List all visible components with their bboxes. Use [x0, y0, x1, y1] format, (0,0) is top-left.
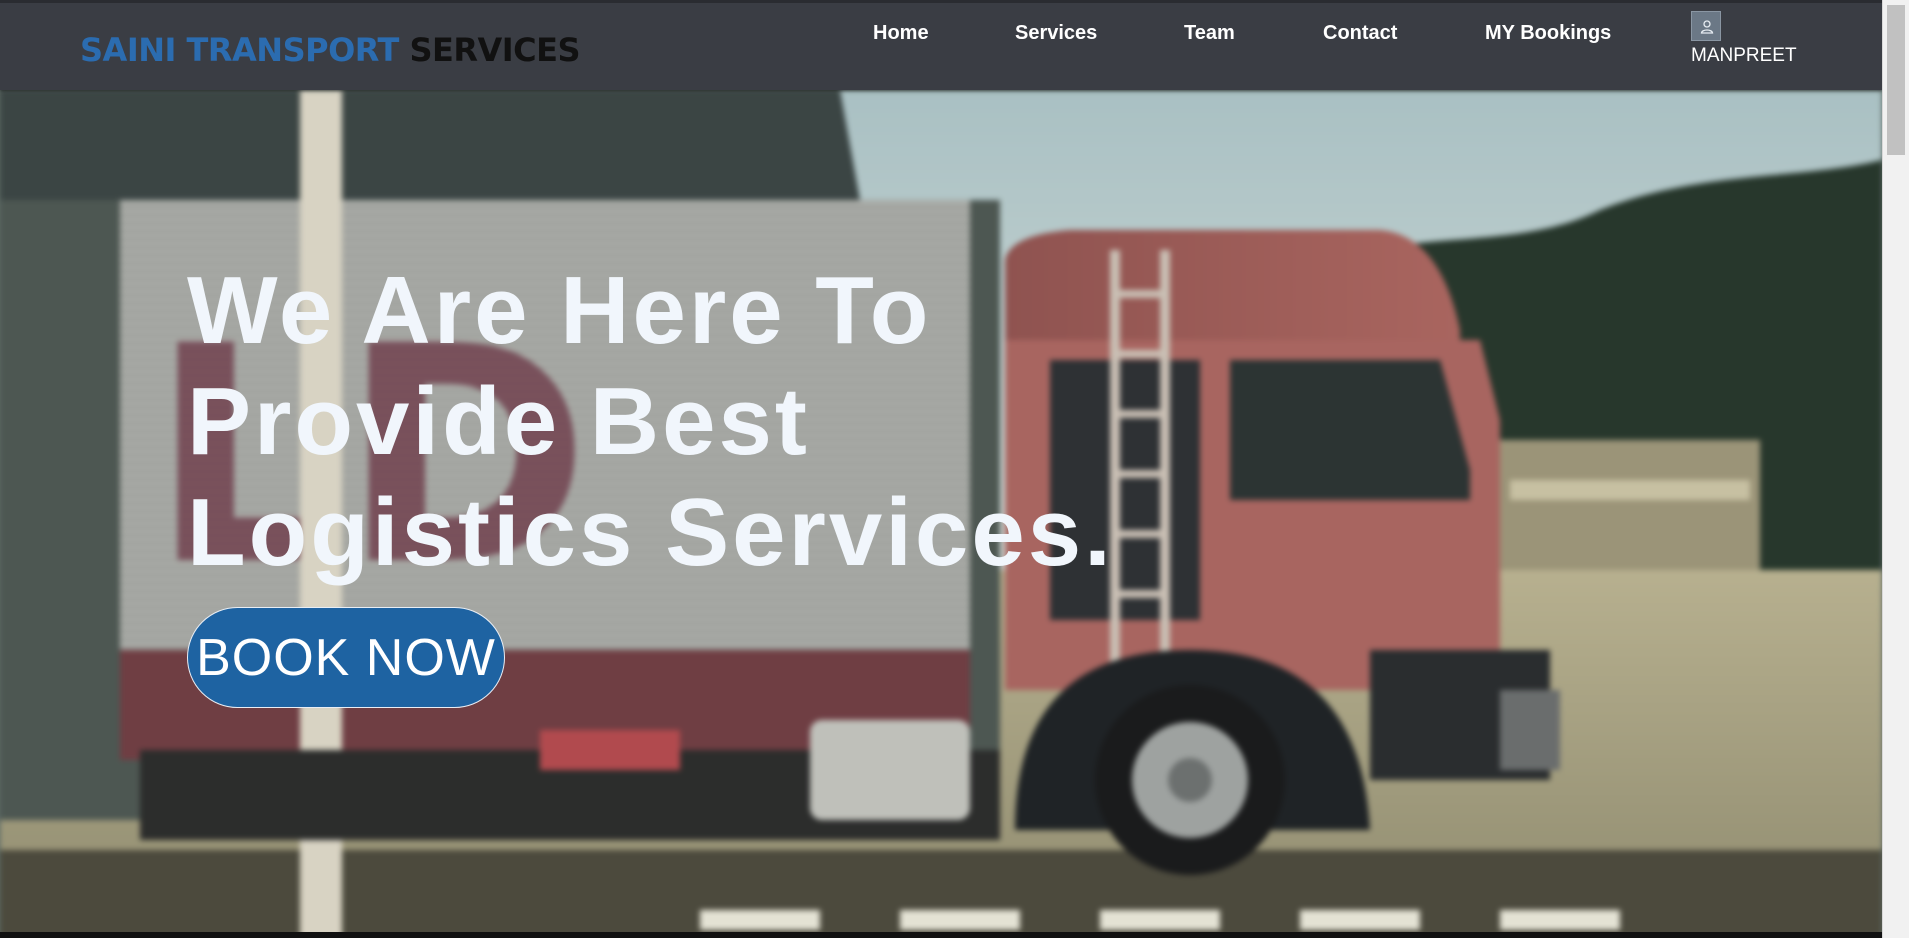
- nav-team[interactable]: Team: [1184, 22, 1235, 45]
- brand-part-1: SAINI TRANSPORT: [80, 31, 399, 69]
- bottom-edge: [0, 932, 1882, 938]
- nav-home[interactable]: Home: [873, 22, 929, 45]
- scrollbar-thumb[interactable]: [1887, 5, 1905, 155]
- hero-headline-line-3: Logistics Services.: [187, 479, 1114, 586]
- nav-my-bookings[interactable]: MY Bookings: [1485, 22, 1611, 45]
- brand-logo[interactable]: SAINI TRANSPORT SERVICES: [80, 31, 581, 69]
- hero-headline-line-1: We Are Here To: [187, 257, 932, 364]
- user-name: MANPREET: [1691, 45, 1797, 66]
- brand-part-2: SERVICES: [409, 31, 581, 69]
- navbar: SAINI TRANSPORT SERVICES Home Services T…: [0, 0, 1882, 90]
- page: SAINI TRANSPORT SERVICES Home Services T…: [0, 0, 1882, 938]
- nav-contact[interactable]: Contact: [1323, 22, 1397, 45]
- vertical-scrollbar[interactable]: [1882, 0, 1909, 938]
- hero-section: LD We Are Here To Provide Best Logistics…: [0, 90, 1882, 938]
- book-now-button[interactable]: BOOK NOW: [187, 607, 505, 708]
- hero-headline-line-2: Provide Best: [187, 368, 810, 475]
- user-icon: [1691, 11, 1721, 41]
- nav-services[interactable]: Services: [1015, 22, 1097, 45]
- user-menu[interactable]: MANPREET: [1691, 11, 1801, 71]
- hero-headline: We Are Here To Provide Best Logistics Se…: [187, 255, 1187, 588]
